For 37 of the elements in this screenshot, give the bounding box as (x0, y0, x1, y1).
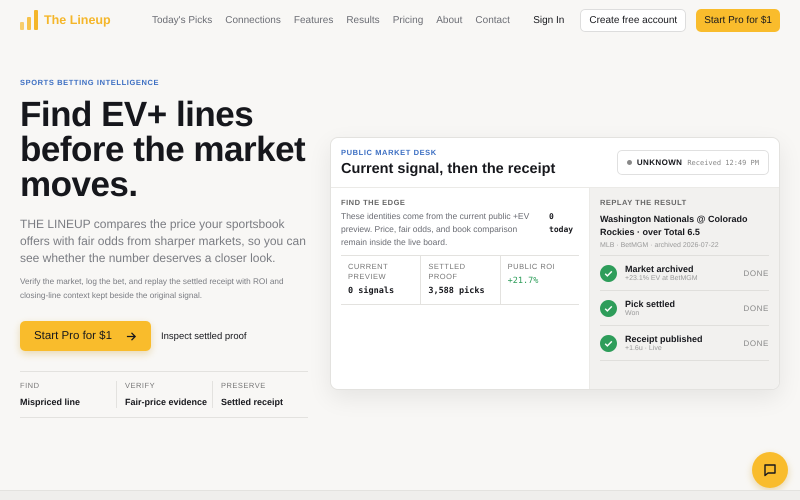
nav-link[interactable]: About (436, 14, 462, 26)
step-title: Market archived (625, 264, 695, 274)
step-status: DONE (743, 304, 769, 312)
start-pro-button[interactable]: Start Pro for $1 (696, 8, 780, 32)
desk-title: Current signal, then the receipt (341, 161, 556, 177)
signal-count: 0 today (549, 211, 574, 236)
hero-title: Find EV+ lines before the market moves. (20, 97, 306, 202)
chat-button[interactable] (752, 452, 788, 488)
stat-value: +21.7% (508, 276, 540, 286)
sign-in-link[interactable]: Sign In (533, 14, 564, 26)
step-status: DONE (743, 338, 769, 348)
nav-link[interactable]: Features (294, 14, 334, 26)
nav-link[interactable]: Today's Picks (152, 14, 212, 26)
hero-lead: THE LINEUP compares the price your sportsbook offers with fair odds from sharper markets, so you can see whether the number deserves a closer look. (20, 216, 307, 267)
stat-value: 0 signals (348, 286, 396, 296)
chat-icon (763, 463, 777, 477)
step-title: Pick settled (625, 299, 676, 309)
start-pro-button[interactable]: Start Pro for $1 (20, 321, 151, 351)
bar-chart-logo-icon (20, 10, 38, 30)
pillar-value: Settled receipt (221, 396, 284, 408)
pillar-value: Mispriced line (20, 396, 82, 408)
step-status: DONE (743, 268, 769, 278)
edge-description: These identities come from the current public +EV preview. Price, fair odds, and book comparison remain inside the live board. (341, 210, 530, 249)
create-account-button[interactable]: Create free account (580, 8, 686, 32)
nav-link[interactable]: Results (346, 14, 380, 26)
arrow-right-icon (126, 330, 137, 342)
nav-link[interactable]: Contact (475, 14, 510, 26)
status-dot-icon (626, 160, 632, 165)
hero-description: Verify the market, log the bet, and replay the settled receipt with ROI and closing-line context kept beside the original signal. (20, 276, 285, 302)
pillar-value: Fair-price evidence (125, 396, 208, 408)
stat-value: 3,588 picks (428, 286, 486, 296)
nav-link[interactable]: Connections (225, 14, 281, 26)
nav-link[interactable]: Pricing (392, 14, 424, 26)
inspect-proof-link[interactable]: Inspect settled proof (160, 330, 247, 342)
status-label: UNKNOWN (636, 158, 682, 167)
step-title: Receipt published (625, 334, 704, 344)
game-title: Washington Nationals @ Colorado Rockies · over Total 6.5 (600, 213, 748, 239)
